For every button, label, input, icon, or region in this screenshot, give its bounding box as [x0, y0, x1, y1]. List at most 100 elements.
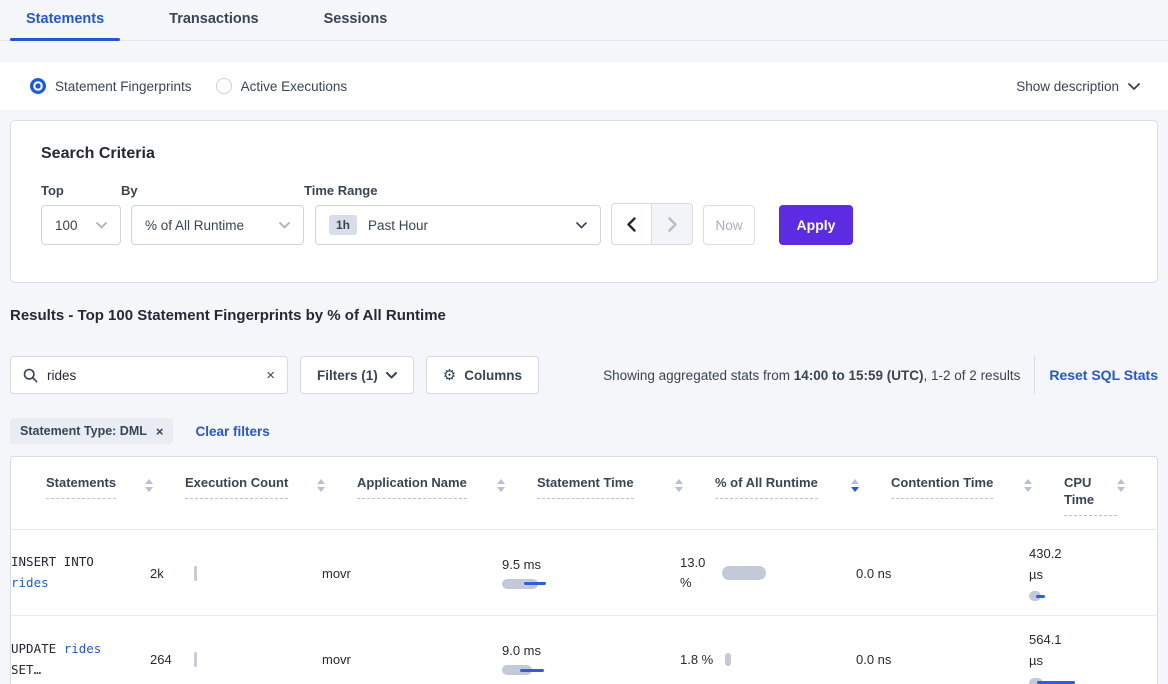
statement-link[interactable]: rides [64, 641, 102, 656]
cpu-time-bar [1029, 590, 1099, 602]
execution-count-value: 264 [150, 652, 194, 667]
now-button[interactable]: Now [703, 205, 755, 245]
statement-text: UPDATE [11, 641, 56, 656]
sort-icon-active-desc[interactable] [851, 475, 859, 492]
percent-runtime-bar [722, 566, 766, 580]
radio-unselected-icon[interactable] [216, 78, 232, 94]
filters-button-label: Filters (1) [317, 368, 378, 383]
application-name-cell: movr [322, 652, 502, 667]
columns-button-label: Columns [464, 368, 522, 383]
filters-button[interactable]: Filters (1) [300, 356, 414, 394]
sort-icon[interactable] [1117, 475, 1125, 492]
statement-time-cell: 9.5 ms [502, 557, 680, 590]
top-select[interactable]: 100 [41, 205, 121, 245]
time-range-select[interactable]: 1h Past Hour [315, 205, 601, 245]
by-field: By % of All Runtime [121, 183, 304, 245]
filter-chip-statement-type[interactable]: Statement Type: DML × [10, 418, 173, 444]
vertical-divider [1034, 356, 1035, 394]
column-header-label: Application Name [357, 475, 467, 499]
time-range-value: Past Hour [368, 218, 428, 233]
active-filters-row: Statement Type: DML × Clear filters [10, 418, 1158, 444]
gear-icon: ⚙ [443, 368, 456, 383]
results-controls-row: × Filters (1) ⚙ Columns Showing aggregat… [10, 356, 1158, 394]
tab-statements[interactable]: Statements [26, 11, 104, 40]
view-toggle-bar: Statement Fingerprints Active Executions… [0, 62, 1168, 110]
column-header-label: Contention Time [891, 475, 993, 499]
sort-icon[interactable] [317, 475, 325, 492]
statement-fingerprint-cell[interactable]: INSERT INTO rides [11, 552, 131, 593]
apply-button[interactable]: Apply [779, 205, 853, 245]
statements-table: Statements Execution Count Application N… [10, 456, 1158, 684]
clear-filters-link[interactable]: Clear filters [195, 424, 269, 439]
aggregated-stats-note: Showing aggregated stats from 14:00 to 1… [603, 368, 1020, 383]
statement-time-value: 9.0 ms [502, 643, 670, 658]
show-description-toggle[interactable]: Show description [1016, 79, 1140, 94]
tab-transactions[interactable]: Transactions [169, 11, 258, 40]
search-criteria-card: Search Criteria Top 100 By % of All Runt… [10, 120, 1158, 283]
execution-count-bar [194, 652, 197, 667]
column-header-statement-time[interactable]: Statement Time [537, 475, 715, 516]
chevron-down-icon [1128, 83, 1140, 90]
chevron-down-icon [96, 222, 107, 229]
column-header-application-name[interactable]: Application Name [357, 475, 537, 516]
time-range-label: Time Range [304, 183, 601, 198]
by-select[interactable]: % of All Runtime [131, 205, 304, 245]
previous-time-window-button[interactable] [612, 204, 652, 244]
table-row[interactable]: INSERT INTO rides 2k movr 9.5 ms 13.0 % … [11, 530, 1157, 617]
top-label: Top [41, 183, 121, 198]
sort-icon[interactable] [145, 475, 153, 492]
stats-note-prefix: Showing aggregated stats from [603, 368, 794, 383]
contention-time-cell: 0.0 ns [856, 652, 1029, 667]
time-window-arrows [611, 203, 693, 245]
search-input[interactable] [47, 368, 266, 383]
sort-icon[interactable] [1024, 475, 1032, 492]
columns-button[interactable]: ⚙ Columns [426, 356, 539, 394]
column-header-percent-of-all-runtime[interactable]: % of All Runtime [715, 475, 891, 516]
statement-text: SET… [11, 662, 41, 677]
statement-time-bar [502, 664, 572, 676]
next-time-window-button[interactable] [652, 204, 692, 244]
statement-time-cell: 9.0 ms [502, 643, 680, 676]
cpu-time-value: 430.2 µs [1029, 544, 1071, 586]
column-header-label: Execution Count [185, 475, 288, 499]
by-label: By [121, 183, 304, 198]
statement-search-box[interactable]: × [10, 356, 288, 394]
sort-icon[interactable] [497, 475, 505, 492]
cpu-time-cell: 564.1 µs [1029, 630, 1157, 684]
by-select-value: % of All Runtime [145, 218, 244, 233]
radio-active-executions[interactable]: Active Executions [216, 78, 348, 94]
column-header-contention-time[interactable]: Contention Time [891, 475, 1064, 516]
column-header-label: % of All Runtime [715, 475, 818, 499]
search-icon [23, 368, 38, 383]
column-header-label: Statement Time [537, 475, 634, 499]
tab-sessions[interactable]: Sessions [324, 11, 388, 40]
sort-icon[interactable] [675, 475, 683, 492]
statement-link[interactable]: rides [11, 575, 49, 590]
clear-search-icon[interactable]: × [266, 368, 275, 383]
column-header-cpu-time[interactable]: CPU Time [1064, 475, 1157, 516]
time-range-badge: 1h [329, 215, 357, 235]
execution-count-bar [194, 566, 197, 581]
statement-fingerprint-cell[interactable]: UPDATE rides SET… [11, 639, 131, 680]
show-description-label: Show description [1016, 79, 1119, 94]
stats-note-range: 14:00 to 15:59 (UTC) [794, 368, 924, 383]
column-header-execution-count[interactable]: Execution Count [185, 475, 357, 516]
search-criteria-form: Top 100 By % of All Runtime Time Range 1… [41, 183, 1122, 245]
radio-selected-icon[interactable] [30, 78, 46, 94]
column-header-label: CPU Time [1064, 475, 1117, 516]
reset-sql-stats-link[interactable]: Reset SQL Stats [1049, 367, 1158, 383]
time-range-field: Time Range 1h Past Hour [304, 183, 601, 245]
chevron-down-icon [576, 222, 587, 229]
statement-time-value: 9.5 ms [502, 557, 670, 572]
view-mode-radio-group: Statement Fingerprints Active Executions [30, 78, 347, 94]
table-row[interactable]: UPDATE rides SET… 264 movr 9.0 ms 1.8 % … [11, 616, 1157, 684]
top-field: Top 100 [41, 183, 121, 245]
statement-time-bar [502, 578, 572, 590]
statement-text: INSERT INTO [11, 554, 94, 569]
cpu-time-value: 564.1 µs [1029, 630, 1071, 672]
execution-count-cell: 264 [150, 652, 322, 667]
radio-statement-fingerprints[interactable]: Statement Fingerprints [30, 78, 192, 94]
remove-filter-icon[interactable]: × [156, 425, 164, 438]
column-header-statements[interactable]: Statements [46, 475, 185, 516]
top-select-value: 100 [55, 218, 78, 233]
